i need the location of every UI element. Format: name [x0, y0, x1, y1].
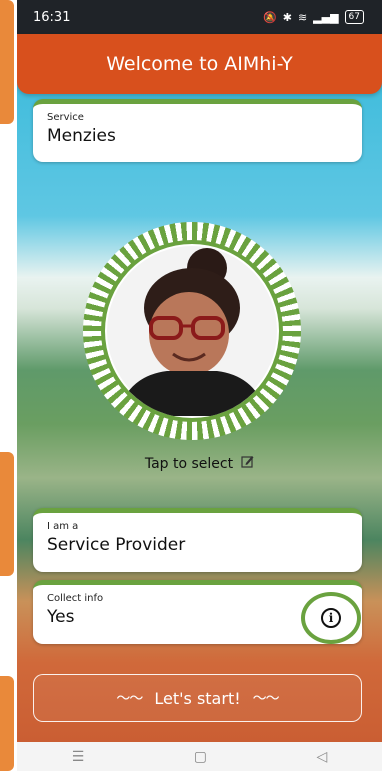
page-title: Welcome to AIMhi-Y: [106, 53, 293, 75]
edit-icon[interactable]: [241, 455, 254, 472]
info-icon: i: [321, 608, 341, 628]
side-marker: [0, 452, 14, 576]
bluetooth-icon: ✱: [282, 10, 292, 24]
status-icons: 🔕 ✱ ≋ ▂▄▆ 67: [263, 10, 364, 24]
collect-info-label: Collect info: [47, 593, 104, 604]
signal-icon: ▂▄▆: [313, 10, 339, 24]
tap-to-select-label: Tap to select: [144, 455, 234, 472]
menu-icon[interactable]: ☰: [72, 749, 85, 765]
side-marker: [0, 676, 14, 771]
avatar-selector[interactable]: [83, 222, 301, 440]
role-card[interactable]: I am a Service Provider: [33, 508, 362, 572]
battery-icon: 67: [344, 10, 364, 24]
system-nav-bar: ☰ ▢ ◁: [17, 742, 382, 771]
role-value: Service Provider: [47, 535, 186, 555]
tap-to-select-row[interactable]: Tap to select: [17, 455, 382, 472]
start-button-label: Let's start!: [154, 688, 241, 708]
app-screen: 16:31 🔕 ✱ ≋ ▂▄▆ 67 Welcome to AIMhi-Y Se…: [17, 0, 382, 771]
role-label: I am a: [47, 521, 79, 532]
wave-right-icon: 〜〜: [252, 691, 280, 707]
app-header: Welcome to AIMhi-Y: [17, 34, 382, 94]
status-time: 16:31: [33, 9, 71, 25]
avatar-illustration: [107, 246, 277, 416]
service-label: Service: [47, 112, 84, 123]
mute-icon: 🔕: [263, 10, 277, 24]
service-value: Menzies: [47, 126, 116, 146]
start-button[interactable]: 〜〜 Let's start! 〜〜: [33, 674, 362, 722]
avatar: [101, 240, 283, 422]
side-marker: [0, 0, 14, 124]
wifi-icon: ≋: [297, 10, 308, 24]
home-icon[interactable]: ▢: [194, 749, 207, 765]
service-card[interactable]: Service Menzies: [33, 99, 362, 162]
back-icon[interactable]: ◁: [316, 749, 327, 765]
wave-left-icon: 〜〜: [116, 691, 143, 707]
info-button[interactable]: i: [301, 592, 361, 644]
status-bar: 16:31 🔕 ✱ ≋ ▂▄▆ 67: [17, 0, 382, 34]
